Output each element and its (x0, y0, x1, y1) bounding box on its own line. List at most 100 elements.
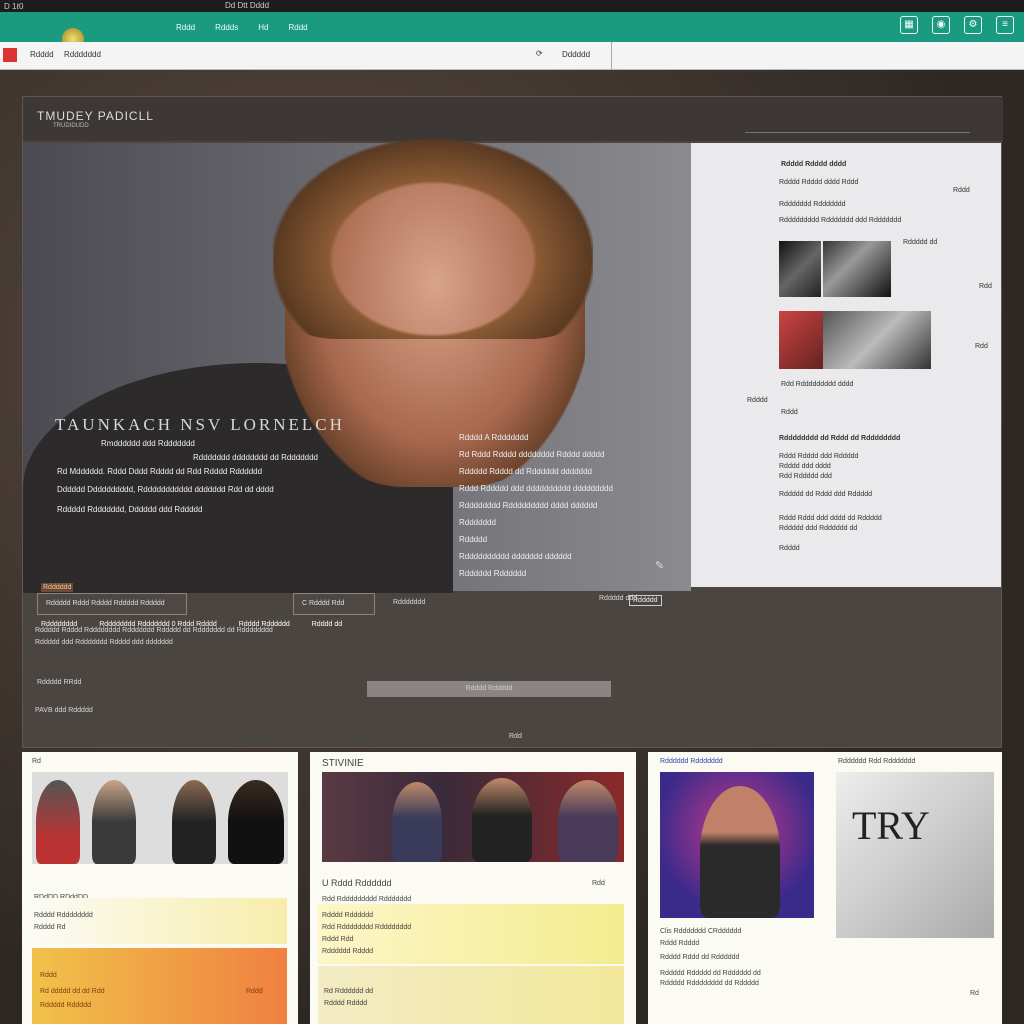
card-highlight (32, 898, 287, 944)
content-card[interactable]: Rdddddd Rddddddd Rdddddd Rdd Rddddddd TR… (648, 752, 1002, 1024)
sidebar-line: Rdd Rddddd ddd (779, 473, 832, 480)
sidebar-line: Rdd Rddddddddd dddd (781, 381, 854, 388)
sidebar-line: Rdddd Rdddd dddd Rddd (779, 179, 859, 186)
flag-icon (3, 48, 17, 62)
top-nav-item[interactable]: Hd (258, 23, 268, 32)
album-artwork-text: TRY (852, 803, 930, 848)
card-line: Rdddddd Rdddd (322, 948, 373, 955)
search-input[interactable] (745, 119, 970, 133)
section-marker: Rdd (509, 733, 522, 740)
top-nav-list: Rddd Rddds Hd Rddd (176, 23, 308, 32)
hero-details: Rdddd A Rddddddd Rd Rddd Rdddd dddddddd … (459, 429, 681, 582)
card-title: Clis Rddddddd CRdddddd (660, 928, 742, 935)
card-right: Rdd (592, 880, 605, 887)
sidebar-line: Rddddd dd (903, 239, 938, 246)
card-line: Rddddd Rddddd dd Rdddddd dd (660, 970, 761, 977)
card-line: Rdddd Rddd dd Rdddddd (660, 954, 740, 961)
hero-details-title: Rdddd A Rddddddd (459, 433, 529, 442)
card-top-label: STIVINIE (322, 758, 364, 769)
filter-label[interactable]: Rddddddd (393, 599, 425, 606)
user-icon[interactable]: ◉ (932, 16, 950, 34)
description-text: Rddddd ddd Rddddddd Rdddd ddd ddddddd (35, 639, 173, 646)
sidebar-line: Rddddddd Rddddddd (779, 201, 846, 208)
sidebar-line: Rdddd (747, 397, 768, 404)
sidebar-line: Rdddd ddd dddd (779, 463, 831, 470)
hero-details-line: Rddddd Rdddd dd Rdddddd ddddddd (459, 467, 593, 476)
top-nav-item[interactable]: Rddd (176, 23, 195, 32)
os-menu-bar: D 1ℓ0 Dd Dtt Dddd (0, 0, 1024, 12)
address-divider (611, 42, 612, 70)
card-banner-text: Rd Rdddddd dd (324, 988, 374, 995)
card-image (32, 772, 288, 864)
sidebar-thumbnail[interactable] (779, 241, 821, 297)
sidebar-line: Rddddd dd Rddd ddd Rddddd (779, 491, 873, 498)
hero-photo-hair (273, 139, 593, 339)
main-panel: TMUDEY PADICLL TRUDIDUDD TAUNKACH NSV LO… (22, 96, 1003, 748)
card-banner: Rd Rdddddd dd Rdddd Rdddd (318, 966, 624, 1024)
sidebar-tag: Rdd (975, 343, 988, 350)
hero-details-line: Rdddddd Rdddddd (459, 569, 527, 578)
card-line: Rdddd Rdddddd (322, 912, 373, 919)
sidebar-line: Rddd (781, 409, 798, 416)
card-banner-foot: Rddddd Rddddd (40, 1002, 91, 1009)
address-path[interactable]: Rddddddd (64, 50, 101, 59)
top-navigation-bar: Rddd Rddds Hd Rddd ▦ ◉ ⚙ ≡ (0, 12, 1024, 50)
sidebar-line: Rdddddddd dd Rddd dd Rdddddddd (779, 435, 901, 442)
card-banner-text: Rdddd Rdddd (324, 1000, 368, 1007)
top-nav-item[interactable]: Rddd (288, 23, 307, 32)
description-text: Rddddd Rdddd Rdddddddd Rddddddd Rddddd d… (35, 627, 273, 634)
sidebar-line: Rdddd (779, 545, 800, 552)
filter-pill[interactable]: C Rdddd Rdd (293, 593, 375, 615)
filter-pill[interactable]: Rddddd Rddd Rdddd Rddddd Rddddd (37, 593, 187, 615)
card-banner-right: Rddd (246, 988, 263, 995)
grid-icon[interactable]: ▦ (900, 16, 918, 34)
sidebar-panel: Rdddd Rdddd dddd Rdddd Rdddd dddd Rddd R… (691, 143, 1001, 587)
refresh-icon[interactable]: ⟳ (536, 49, 543, 58)
menu-icon[interactable]: ≡ (996, 16, 1014, 34)
filter-right: Rddddd ddd (599, 595, 638, 602)
card-line: Rdd Rdddddddd Rdddddddd (322, 924, 412, 931)
address-label[interactable]: Rdddd (30, 50, 54, 59)
brand-subtitle: TRUDIDUDD (53, 123, 89, 129)
card-line: Rdd Rddddddddd Rddddddd (322, 896, 412, 903)
panel-header: TMUDEY PADICLL TRUDIDUDD (23, 97, 1003, 141)
filter-row: Rddddd Rddd Rdddd Rddddd Rddddd C Rdddd … (37, 593, 987, 623)
card-image (322, 772, 624, 862)
card-top-label: Rdddddd Rddddddd (660, 758, 723, 765)
settings-icon[interactable]: ⚙ (964, 16, 982, 34)
sidebar-thumbnail[interactable] (823, 241, 891, 297)
sidebar-line: Rddd Rddd ddd dddd dd Rddddd (779, 515, 882, 522)
hero-details-line: Rdddddddddd ddddddd dddddd (459, 552, 572, 561)
content-card[interactable]: Rd RDdDD RDddDD Rdddd Rdddddddd Rdddd Rd… (22, 752, 298, 1024)
top-nav-item[interactable]: Rddds (215, 23, 238, 32)
content-card[interactable]: STIVINIE U Rddd Rdddddd Rdd Rdd Rddddddd… (310, 752, 636, 1024)
address-action[interactable]: Dddddd (562, 50, 590, 59)
card-top-label: Rd (32, 758, 41, 765)
sidebar-tag: Rddd (953, 187, 970, 194)
hero-line: Rddddd Rddddddd, Dddddd ddd Rddddd (57, 505, 203, 514)
sidebar-tag: Rdd (979, 283, 992, 290)
brand-title[interactable]: TMUDEY PADICLL (37, 109, 154, 123)
hero-line: Rd Mdddddd. Rddd Dddd Rdddd dd Rdd Rdddd… (57, 467, 263, 476)
card-banner-label: Rddd (40, 972, 57, 979)
progress-bar[interactable]: Rdddd Rddddd (367, 681, 611, 697)
sidebar-line: Rddd Rdddd ddd Rddddd (779, 453, 859, 460)
card-line: Rddd Rdd (322, 936, 354, 943)
hero-banner: TAUNKACH NSV LORNELCH Rmdddddd ddd Rdddd… (23, 139, 691, 628)
sidebar-thumbnail[interactable] (779, 311, 823, 369)
card-top-right: Rdddddd Rdd Rddddddd (838, 758, 916, 765)
card-line: Rddd Rdddd (660, 940, 700, 947)
note-text: PAVB ddd Rddddd (35, 707, 93, 714)
note-text: Rddddd RRdd (37, 679, 82, 686)
pen-icon[interactable]: ✎ (655, 559, 664, 572)
address-bar: Rdddd Rddddddd ⟳ Dddddd (0, 42, 1024, 70)
sidebar-line: Rddddddddd Rddddddd ddd Rddddddd (779, 217, 902, 224)
card-image (660, 772, 814, 918)
album-artwork: TRY (836, 772, 994, 938)
sidebar-thumbnail[interactable] (823, 311, 931, 369)
hero-badge: Rdddddd (41, 583, 74, 592)
os-bar-title: Dd Dtt Dddd (225, 1, 270, 10)
card-title: U Rddd Rdddddd (322, 878, 392, 888)
card-banner: Rddd Rd ddddd dd dd Rdd Rddd Rddddd Rddd… (32, 948, 287, 1024)
hero-title: TAUNKACH NSV LORNELCH (55, 415, 345, 434)
